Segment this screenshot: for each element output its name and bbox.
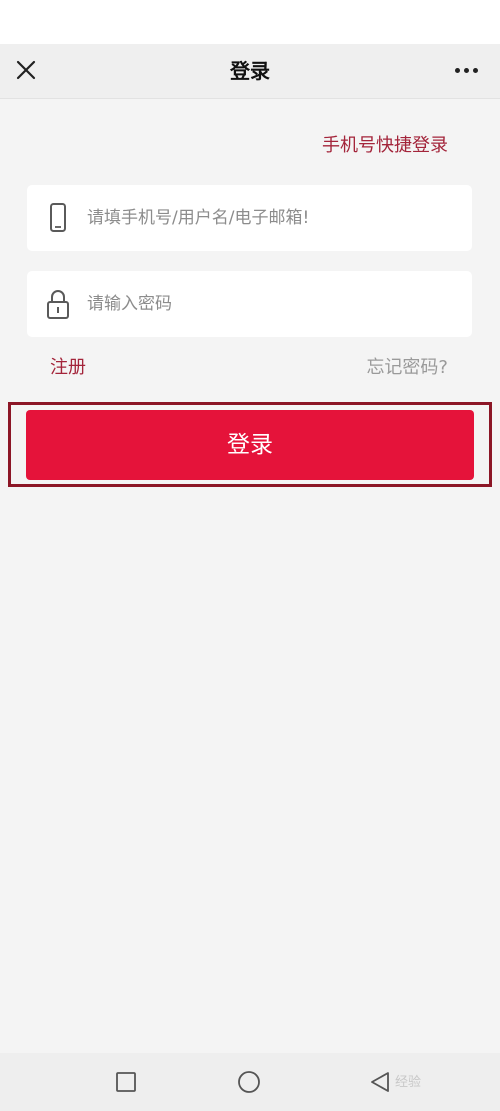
status-bar bbox=[0, 0, 500, 44]
triangle-back-icon[interactable] bbox=[365, 1067, 395, 1097]
password-field bbox=[27, 271, 472, 337]
login-button[interactable]: 登录 bbox=[26, 410, 474, 480]
page-title: 登录 bbox=[230, 59, 270, 83]
system-navigation-bar: 经验 bbox=[0, 1053, 500, 1111]
more-icon bbox=[454, 67, 460, 73]
register-link[interactable]: 注册 bbox=[50, 353, 86, 379]
password-input[interactable] bbox=[87, 271, 457, 337]
lock-icon bbox=[47, 290, 69, 319]
account-field bbox=[27, 185, 472, 251]
more-button[interactable] bbox=[446, 54, 486, 86]
forgot-password-link[interactable]: 忘记密码? bbox=[366, 353, 448, 379]
circle-icon[interactable] bbox=[234, 1067, 264, 1097]
phone-icon bbox=[50, 203, 66, 232]
square-icon[interactable] bbox=[111, 1067, 141, 1097]
account-input[interactable] bbox=[87, 185, 457, 251]
more-icon-dot bbox=[472, 67, 478, 73]
quick-login-link[interactable]: 手机号快捷登录 bbox=[322, 131, 448, 157]
watermark: 经验 bbox=[395, 1075, 422, 1090]
more-icon-dot bbox=[463, 67, 469, 73]
title-bar: 登录 bbox=[0, 44, 500, 99]
